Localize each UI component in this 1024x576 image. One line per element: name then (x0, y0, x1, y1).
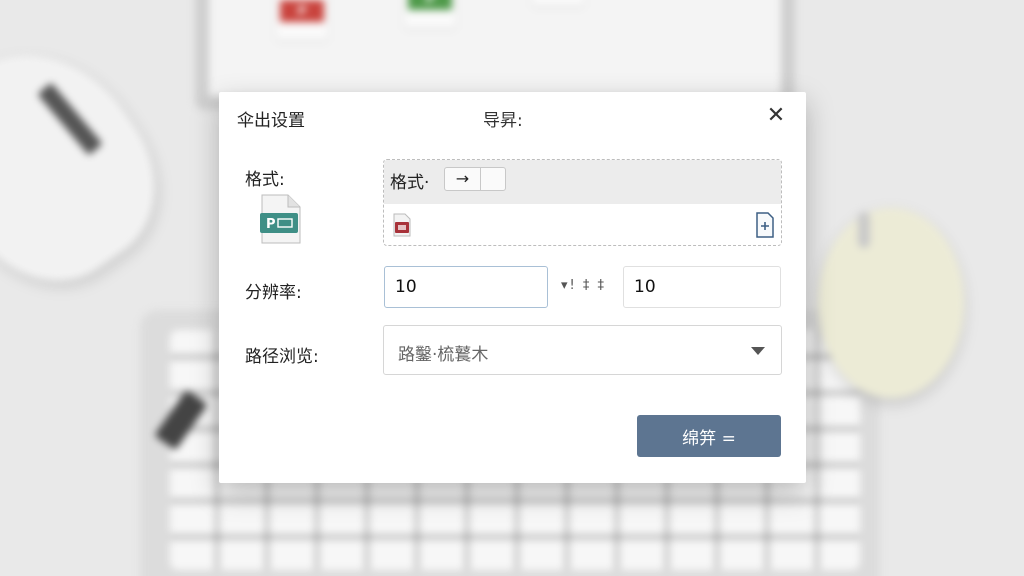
white-mouse (0, 16, 189, 314)
resolution-height-input[interactable] (623, 266, 781, 308)
format-selector[interactable]: 格式· → (383, 159, 782, 246)
teal-file-icon (532, 0, 584, 6)
format-selector-header: 格式· → (384, 160, 781, 204)
path-browse-label: 路径浏览: (245, 347, 319, 367)
format-label: 格式: (245, 170, 285, 190)
path-dropdown-value: 路鑿·梳鼚木 (398, 345, 489, 365)
format-toggle[interactable]: → (444, 167, 506, 191)
resolution-width-input[interactable] (384, 266, 548, 308)
resolution-label: 分辨率: (245, 283, 302, 303)
confirm-button[interactable]: 绵笄 = (637, 415, 781, 457)
green-file-icon: P (404, 0, 456, 28)
arrow-right-icon: → (445, 168, 481, 190)
close-button[interactable]: ✕ (764, 104, 788, 128)
resolution-separator: ▾! ‡ ‡ (561, 278, 607, 293)
blue-document-icon[interactable] (755, 212, 775, 238)
close-icon: ✕ (766, 103, 786, 128)
chevron-down-icon (751, 347, 765, 355)
cream-mouse-wheel (858, 212, 870, 248)
path-dropdown[interactable]: 路鑿·梳鼚木 (383, 325, 782, 375)
dialog-title: 伞出设置 (237, 111, 305, 131)
format-icon-letter: P (266, 217, 276, 232)
format-toggle-empty-segment[interactable] (481, 168, 505, 190)
cream-mouse (818, 208, 964, 398)
format-selector-label: 格式· (390, 173, 430, 193)
red-file-icon: P (276, 0, 328, 40)
dialog-subtitle: 导昇: (483, 111, 523, 131)
red-document-icon[interactable] (392, 213, 412, 237)
presentation-file-icon: P (258, 193, 302, 245)
export-settings-dialog: 伞出设置 导昇: ✕ 格式: P 格式· → 分辨率: 10 ▾! ‡ ‡ 10… (219, 92, 806, 483)
